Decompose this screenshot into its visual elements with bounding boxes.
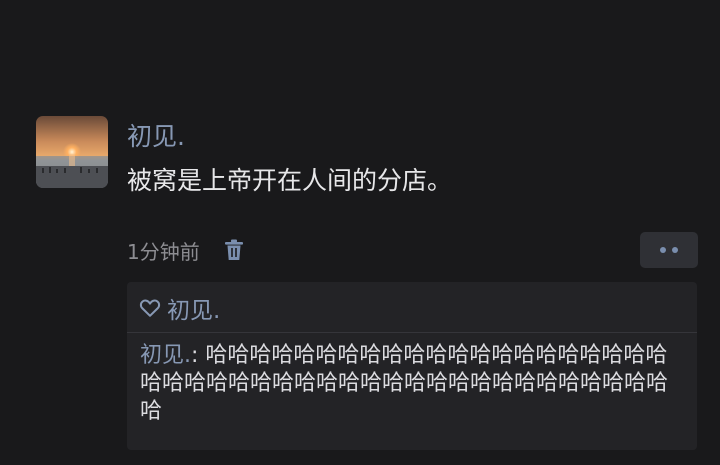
likes-comments-panel: 初见. 初见.: 哈哈哈哈哈哈哈哈哈哈哈哈哈哈哈哈哈哈哈哈哈哈哈哈哈哈哈哈哈哈哈… <box>127 282 697 450</box>
post-content: 被窝是上帝开在人间的分店。 <box>127 166 453 195</box>
more-dots-icon <box>672 247 678 253</box>
post-timestamp: 1分钟前 <box>127 239 200 264</box>
comment-item[interactable]: 初见.: 哈哈哈哈哈哈哈哈哈哈哈哈哈哈哈哈哈哈哈哈哈哈哈哈哈哈哈哈哈哈哈哈哈哈哈… <box>140 342 684 426</box>
comment-text: 哈哈哈哈哈哈哈哈哈哈哈哈哈哈哈哈哈哈哈哈哈哈哈哈哈哈哈哈哈哈哈哈哈哈哈哈哈哈哈哈… <box>140 343 669 424</box>
post-meta: 1分钟前 <box>127 234 246 266</box>
moments-post: 初见. 被窝是上帝开在人间的分店。 1分钟前 初见. 初见.: 哈哈哈哈哈哈哈哈… <box>0 0 720 465</box>
comment-author[interactable]: 初见. <box>140 343 191 368</box>
sunset-beach-avatar-image <box>36 116 108 188</box>
likes-row: 初见. <box>139 292 220 324</box>
avatar[interactable] <box>36 116 108 188</box>
divider <box>127 332 697 333</box>
more-dots-icon <box>660 247 666 253</box>
comment-separator: : <box>191 343 206 368</box>
trash-icon[interactable] <box>222 238 246 262</box>
more-options-button[interactable] <box>640 232 698 268</box>
heart-outline-icon <box>139 297 161 319</box>
post-author-name[interactable]: 初见. <box>127 120 185 154</box>
like-user-name[interactable]: 初见. <box>167 291 220 325</box>
